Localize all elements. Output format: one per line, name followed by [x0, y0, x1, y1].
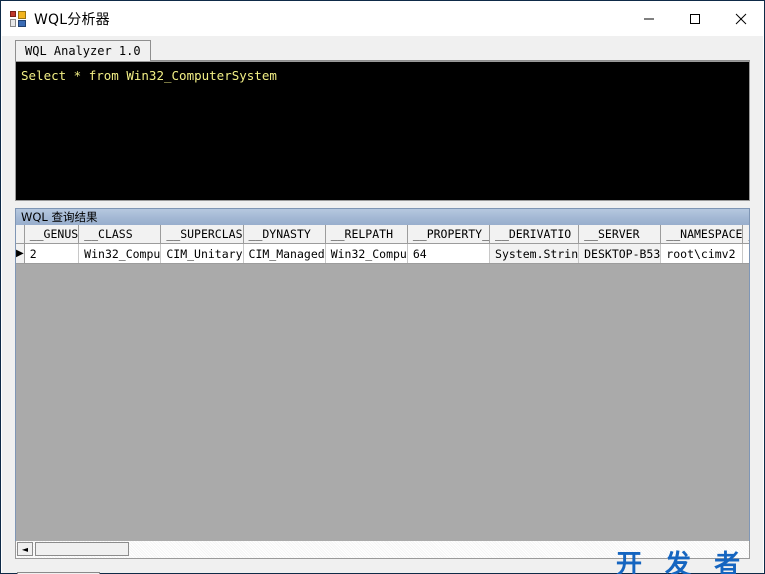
window-controls — [626, 1, 764, 36]
column-header-selector[interactable] — [16, 225, 25, 244]
window-title: WQL分析器 — [34, 11, 110, 28]
tab-wql-analyzer[interactable]: WQL Analyzer 1.0 — [15, 40, 151, 61]
cell-server[interactable]: DESKTOP-B53 — [578, 243, 662, 264]
minimize-button[interactable] — [626, 1, 672, 36]
table-header-row: __GENUS __CLASS __SUPERCLAS __DYNASTY __… — [16, 225, 749, 244]
maximize-button[interactable] — [672, 1, 718, 36]
column-header-path[interactable]: __P — [742, 225, 749, 244]
query-text: Select * from Win32_ComputerSystem — [21, 68, 277, 83]
table-row[interactable]: ▶ 2 Win32_Compu CIM_Unitary CIM_Managed … — [16, 243, 749, 264]
scrollbar-thumb[interactable] — [35, 542, 129, 556]
results-table: __GENUS __CLASS __SUPERCLAS __DYNASTY __… — [16, 225, 749, 264]
column-header-dynasty[interactable]: __DYNASTY — [243, 225, 326, 244]
results-grid[interactable]: __GENUS __CLASS __SUPERCLAS __DYNASTY __… — [15, 225, 750, 551]
tab-strip: WQL Analyzer 1.0 — [15, 40, 750, 61]
cell-derivation[interactable]: System.Strin — [489, 243, 580, 264]
query-editor[interactable]: Select * from Win32_ComputerSystem — [15, 61, 750, 201]
scroll-left-arrow-icon[interactable]: ◄ — [17, 542, 33, 556]
grid-horizontal-scrollbar[interactable]: ◄ — [15, 541, 750, 559]
column-header-relpath[interactable]: __RELPATH — [325, 225, 408, 244]
results-header-label: WQL 查询结果 — [21, 210, 98, 224]
cell-superclass[interactable]: CIM_Unitary — [160, 243, 244, 264]
cell-relpath[interactable]: Win32_Compu — [325, 243, 408, 264]
close-button[interactable] — [718, 1, 764, 36]
cell-dynasty[interactable]: CIM_Managed — [243, 243, 326, 264]
column-header-derivation[interactable]: __DERIVATIO — [489, 225, 580, 244]
cell-class[interactable]: Win32_Compu — [78, 243, 162, 264]
current-row-marker: ▶ — [16, 248, 24, 259]
column-header-genus[interactable]: __GENUS — [24, 225, 80, 244]
app-grid-icon — [10, 10, 26, 27]
wql-analyzer-window: WQL分析器 WQL Analyzer 1.0 Select * from Wi… — [0, 0, 765, 574]
results-header: WQL 查询结果 — [15, 208, 750, 225]
row-selector[interactable]: ▶ — [16, 243, 25, 264]
column-header-property-count[interactable]: __PROPERTY_ — [407, 225, 491, 244]
tab-label: WQL Analyzer 1.0 — [25, 44, 141, 58]
cell-property-count[interactable]: 64 — [407, 243, 491, 264]
cell-genus[interactable]: 2 — [24, 243, 80, 264]
column-header-superclass[interactable]: __SUPERCLAS — [160, 225, 244, 244]
column-header-namespace[interactable]: __NAMESPACE — [660, 225, 744, 244]
cell-namespace[interactable]: root\cimv2 — [660, 243, 744, 264]
column-header-server[interactable]: __SERVER — [578, 225, 662, 244]
column-header-class[interactable]: __CLASS — [78, 225, 162, 244]
title-bar: WQL分析器 — [1, 1, 764, 36]
cell-path[interactable]: \\D — [742, 243, 749, 264]
client-area: WQL Analyzer 1.0 Select * from Win32_Com… — [2, 36, 763, 574]
bottom-bar — [2, 559, 763, 573]
